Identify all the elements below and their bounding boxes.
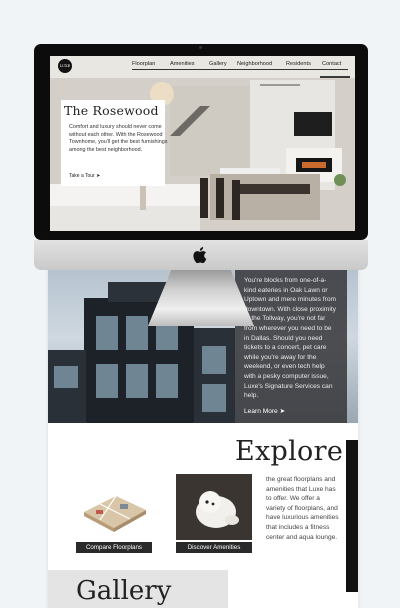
nav-amenities[interactable]: Amenities bbox=[170, 60, 195, 69]
floorplan-card[interactable]: Compare Floorplans bbox=[76, 474, 152, 554]
nav-links: Floorplan Amenities Gallery Neighborhood… bbox=[132, 60, 352, 69]
explore-heading: Explore bbox=[235, 436, 344, 467]
hero-card: The Rosewood Comfort and luxury should n… bbox=[61, 100, 167, 186]
learn-more-label: Learn More bbox=[244, 407, 278, 415]
amenities-card[interactable]: Discover Amenities bbox=[176, 474, 252, 554]
monitor-screen: LUXE Floorplan Amenities Gallery Neighbo… bbox=[50, 56, 355, 231]
explore-text: the great floorplans and amenities that … bbox=[266, 476, 339, 541]
window bbox=[156, 364, 178, 398]
nav-residents[interactable]: Residents bbox=[286, 60, 311, 69]
take-a-tour-label: Take a Tour bbox=[69, 173, 95, 179]
discover-amenities-label: Discover Amenities bbox=[176, 542, 252, 553]
nav-gallery[interactable]: Gallery bbox=[209, 60, 227, 69]
window bbox=[202, 346, 226, 374]
take-a-tour-button[interactable]: Take a Tour ➤ bbox=[69, 173, 100, 179]
nav-floorplan[interactable]: Floorplan bbox=[132, 60, 155, 69]
luxe-logo[interactable]: LUXE bbox=[58, 59, 72, 73]
window bbox=[126, 364, 148, 398]
compare-floorplans-label: Compare Floorplans bbox=[76, 542, 152, 553]
circle-arrow-right-icon: ➤ bbox=[279, 407, 286, 415]
explore-accent-bar bbox=[346, 440, 358, 592]
window bbox=[96, 364, 118, 398]
gallery-heading: Gallery bbox=[76, 576, 172, 606]
circle-arrow-right-icon: ➤ bbox=[96, 173, 101, 179]
camera-dot bbox=[199, 46, 202, 49]
neighborhood-text: You're blocks from one-of-a-kind eaterie… bbox=[244, 277, 336, 400]
apple-logo-icon bbox=[193, 247, 207, 264]
window bbox=[202, 384, 226, 412]
neighborhood-panel: You're blocks from one-of-a-kind eaterie… bbox=[235, 268, 347, 423]
nav-underline bbox=[132, 69, 348, 70]
window bbox=[96, 316, 118, 350]
dog-photo bbox=[176, 474, 252, 540]
nav-contact[interactable]: Contact bbox=[322, 60, 341, 69]
learn-more-link[interactable]: Learn More ➤ bbox=[244, 407, 338, 417]
hero-description: Comfort and luxury should never come wit… bbox=[69, 124, 168, 153]
window bbox=[54, 366, 78, 388]
floorplan-image bbox=[76, 474, 152, 540]
top-nav: LUXE Floorplan Amenities Gallery Neighbo… bbox=[50, 56, 355, 74]
hero-title: The Rosewood bbox=[64, 103, 159, 118]
nav-neighborhood[interactable]: Neighborhood bbox=[237, 60, 272, 69]
window bbox=[126, 316, 148, 350]
